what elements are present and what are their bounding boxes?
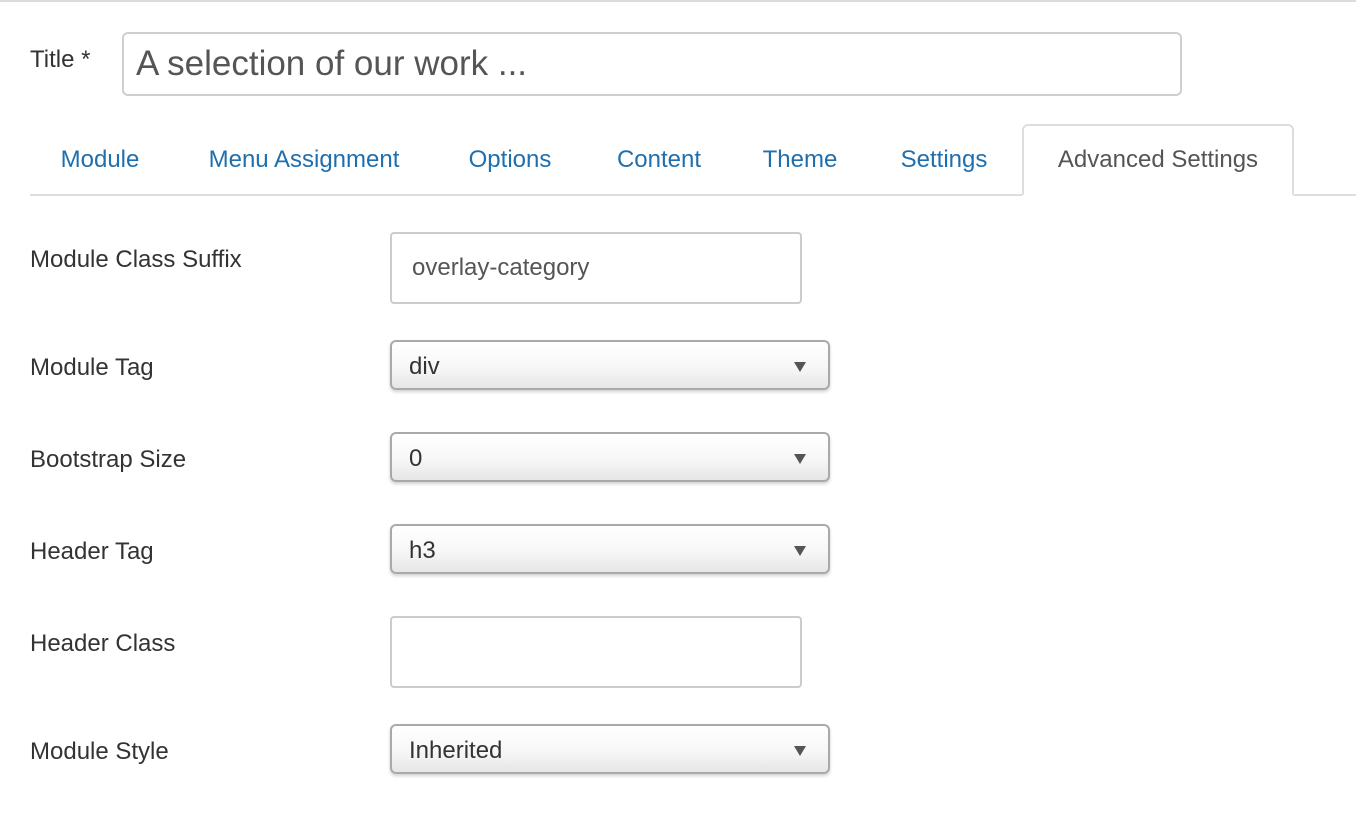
row-header-class: Header Class xyxy=(30,616,1330,688)
module-tag-select[interactable]: div xyxy=(390,340,830,390)
row-module-tag: Module Tag div xyxy=(30,340,1330,390)
tab-bar: Module Menu Assignment Options Content T… xyxy=(30,124,1356,196)
tab-settings[interactable]: Settings xyxy=(882,124,1006,196)
header-tag-label: Header Tag xyxy=(30,538,154,565)
bootstrap-size-label: Bootstrap Size xyxy=(30,446,187,473)
header-tag-value: h3 xyxy=(409,537,436,564)
title-label: Title * xyxy=(30,46,91,73)
header-class-label: Header Class xyxy=(30,630,176,657)
module-class-suffix-label: Module Class Suffix xyxy=(30,246,242,273)
tab-module[interactable]: Module xyxy=(30,124,170,196)
row-module-style: Module Style Inherited xyxy=(30,724,1330,774)
chevron-down-icon xyxy=(794,454,806,464)
module-style-value: Inherited xyxy=(409,737,503,764)
row-header-tag: Header Tag h3 xyxy=(30,524,1330,574)
tab-advanced-settings[interactable]: Advanced Settings xyxy=(1022,124,1294,196)
chevron-down-icon xyxy=(794,546,806,556)
tab-menu-assignment[interactable]: Menu Assignment xyxy=(188,124,420,196)
title-row: Title * xyxy=(30,32,1182,96)
module-tag-label: Module Tag xyxy=(30,354,154,381)
tab-theme[interactable]: Theme xyxy=(748,124,852,196)
module-style-label: Module Style xyxy=(30,738,169,765)
top-divider xyxy=(0,0,1356,2)
module-tag-value: div xyxy=(409,353,440,380)
module-style-select[interactable]: Inherited xyxy=(390,724,830,774)
row-module-class-suffix: Module Class Suffix xyxy=(30,232,1330,304)
chevron-down-icon xyxy=(794,362,806,372)
header-class-input[interactable] xyxy=(390,616,802,688)
module-class-suffix-input[interactable] xyxy=(390,232,802,304)
bootstrap-size-value: 0 xyxy=(409,445,423,472)
tab-content[interactable]: Content xyxy=(598,124,720,196)
row-bootstrap-size: Bootstrap Size 0 xyxy=(30,432,1330,482)
header-tag-select[interactable]: h3 xyxy=(390,524,830,574)
bootstrap-size-select[interactable]: 0 xyxy=(390,432,830,482)
tab-options[interactable]: Options xyxy=(450,124,570,196)
title-input[interactable] xyxy=(122,32,1182,96)
chevron-down-icon xyxy=(794,746,806,756)
